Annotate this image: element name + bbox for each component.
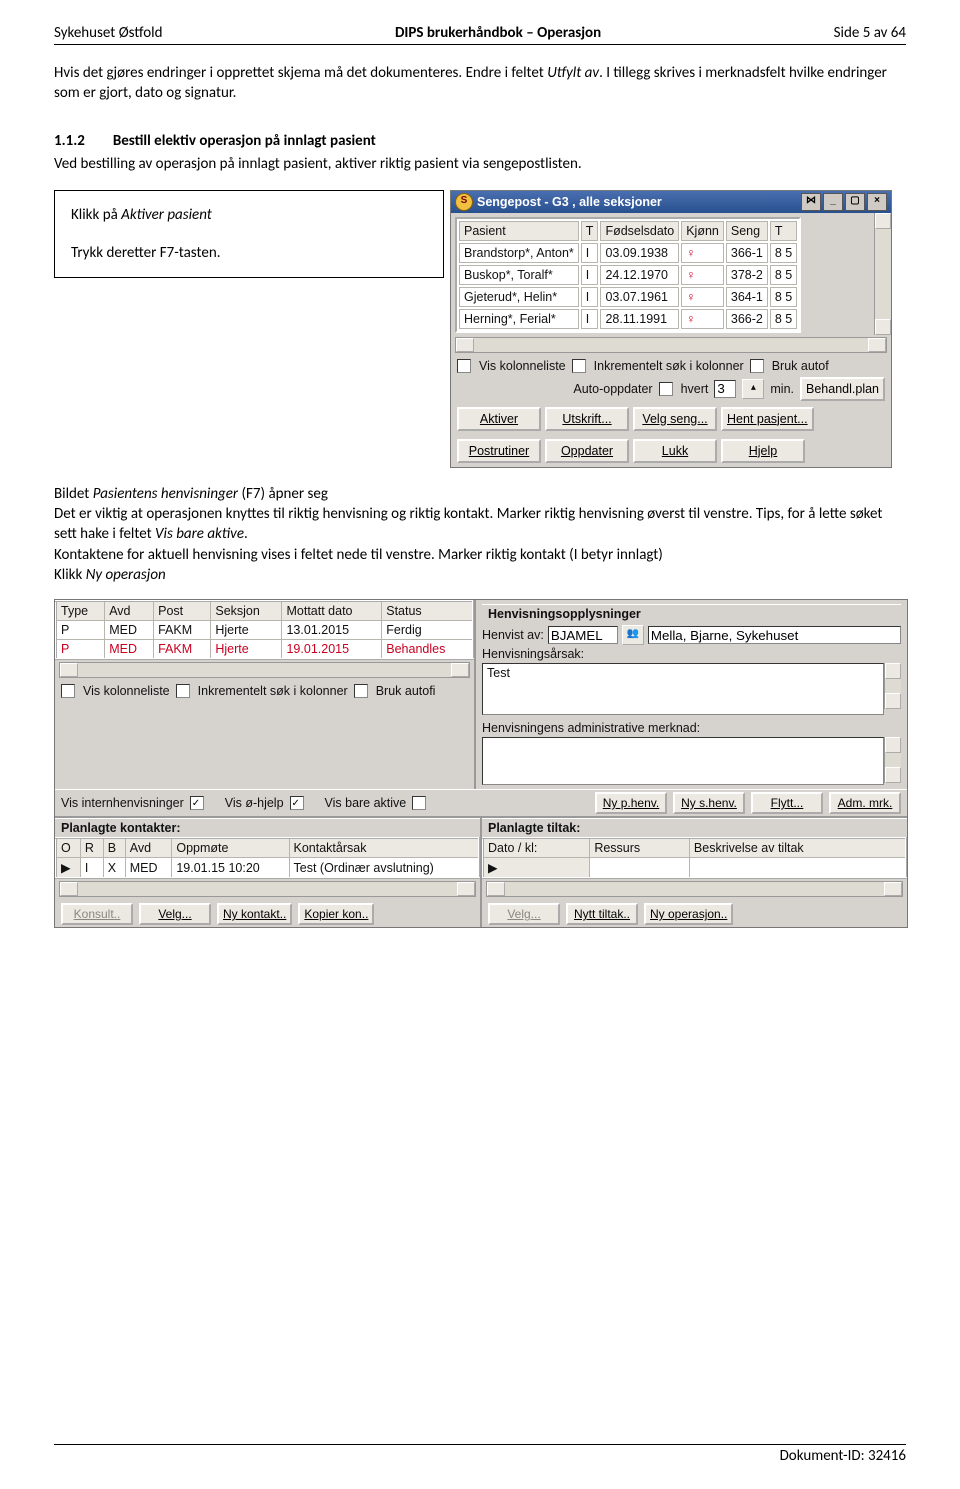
planlagte-tiltak-label: Planlagte tiltak: xyxy=(482,818,907,837)
horizontal-scrollbar[interactable] xyxy=(486,881,903,897)
vertical-scrollbar[interactable] xyxy=(874,213,891,335)
vis-internhenvisninger-checkbox[interactable] xyxy=(190,796,204,810)
col-t[interactable]: T xyxy=(581,221,599,241)
vis-kolonneliste-checkbox[interactable] xyxy=(457,359,471,373)
col-seng[interactable]: Seng xyxy=(726,221,768,241)
table-row[interactable]: Gjeterud*, Helin*I03.07.1961♀364-18 5 xyxy=(459,287,797,307)
henvisninger-window: TypeAvdPostSeksjonMottatt datoStatus PME… xyxy=(54,599,908,928)
postrutiner-button[interactable]: Postrutiner xyxy=(457,439,541,463)
hent-pasjent-button[interactable]: Hent pasjent... xyxy=(721,407,814,431)
inkrementelt-sok-checkbox[interactable] xyxy=(176,684,190,698)
scroll-left-icon xyxy=(456,338,474,352)
henvisningsarsak-textarea[interactable]: Test xyxy=(482,663,884,715)
lukk-button[interactable]: Lukk xyxy=(633,439,717,463)
pin-icon[interactable]: ⋈ xyxy=(801,193,821,211)
vertical-scrollbar[interactable] xyxy=(884,663,901,709)
page-footer: Dokument-ID: 32416 xyxy=(54,1444,906,1465)
henvisningsopplysninger-label: Henvisningsopplysninger xyxy=(482,604,901,623)
table-row[interactable]: Buskop*, Toralf*I24.12.1970♀378-28 5 xyxy=(459,265,797,285)
vis-bare-aktive-checkbox[interactable] xyxy=(412,796,426,810)
kopier-kontakt-button[interactable]: Kopier kon.. xyxy=(298,903,374,925)
female-icon: ♀ xyxy=(681,309,724,329)
velg-tiltak-button[interactable]: Velg... xyxy=(488,903,560,925)
scroll-right-icon xyxy=(868,338,886,352)
table-row[interactable]: Brandstorp*, Anton*I03.09.1938♀366-18 5 xyxy=(459,243,797,263)
scroll-down-icon xyxy=(875,319,891,335)
header-right: Side 5 av 64 xyxy=(834,24,906,42)
section-number: 1.1.2 xyxy=(54,132,85,150)
henvist-av-code-input[interactable] xyxy=(548,626,618,644)
konsult-button[interactable]: Konsult.. xyxy=(61,903,133,925)
section-lead: Ved bestilling av operasjon på innlagt p… xyxy=(54,154,906,174)
col-kjonn[interactable]: Kjønn xyxy=(681,221,724,241)
horizontal-scrollbar[interactable] xyxy=(455,337,887,353)
header-left: Sykehuset Østfold xyxy=(54,24,162,42)
henvist-av-name-input[interactable] xyxy=(648,626,901,644)
velg-seng-button[interactable]: Velg seng... xyxy=(633,407,717,431)
col-pasient[interactable]: Pasient xyxy=(459,221,579,241)
vis-ohjelp-checkbox[interactable] xyxy=(290,796,304,810)
flytt-button[interactable]: Flytt... xyxy=(751,792,823,814)
intro-paragraph: Hvis det gjøres endringer i opprettet sk… xyxy=(54,63,906,104)
female-icon: ♀ xyxy=(681,243,724,263)
female-icon: ♀ xyxy=(681,265,724,285)
female-icon: ♀ xyxy=(681,287,724,307)
adm-mrk-button[interactable]: Adm. mrk. xyxy=(829,792,901,814)
tiltak-table[interactable]: Dato / kl:RessursBeskrivelse av tiltak ▶ xyxy=(482,837,907,879)
henvisning-table[interactable]: TypeAvdPostSeksjonMottatt datoStatus PME… xyxy=(55,600,474,660)
ny-operasjon-button[interactable]: Ny operasjon.. xyxy=(644,903,733,925)
search-icon[interactable]: 👥 xyxy=(622,625,644,645)
table-row[interactable]: Herning*, Ferial*I28.11.1991♀366-28 5 xyxy=(459,309,797,329)
table-row[interactable]: PMEDFAKMHjerte13.01.2015Ferdig xyxy=(56,621,473,640)
window-title: Sengepost - G3 , alle seksjoner xyxy=(477,195,662,209)
vertical-scrollbar[interactable] xyxy=(884,737,901,783)
maximize-icon[interactable]: ▢ xyxy=(845,193,865,211)
page-header: Sykehuset Østfold DIPS brukerhåndbok – O… xyxy=(54,24,906,45)
table-row[interactable]: ▶ xyxy=(483,858,906,879)
velg-button[interactable]: Velg... xyxy=(139,903,211,925)
planlagte-kontakter-label: Planlagte kontakter: xyxy=(55,818,480,837)
utskrift-button[interactable]: Utskrift... xyxy=(545,407,629,431)
col-fodselsdato[interactable]: Fødselsdato xyxy=(600,221,679,241)
vis-kolonneliste-checkbox[interactable] xyxy=(61,684,75,698)
kontakter-table[interactable]: ORBAvdOppmøteKontaktårsak ▶ IXMED19.01.1… xyxy=(55,837,480,879)
col-t2[interactable]: T xyxy=(770,221,797,241)
header-center: DIPS brukerhåndbok – Operasjon xyxy=(395,24,601,42)
app-icon: S xyxy=(455,193,473,211)
minimize-icon[interactable]: _ xyxy=(823,193,843,211)
scroll-up-icon xyxy=(875,213,891,229)
document-id: Dokument-ID: 32416 xyxy=(780,1447,906,1465)
spinner-icon[interactable]: ▴ xyxy=(742,379,764,399)
section-title: 1.1.2Bestill elektiv operasjon på innlag… xyxy=(54,132,906,150)
bruk-autof-checkbox[interactable] xyxy=(750,359,764,373)
instruction-box: Klikk på Aktiver pasient Trykk deretter … xyxy=(54,190,444,279)
sengepost-window: S Sengepost - G3 , alle seksjoner ⋈ _ ▢ … xyxy=(450,190,892,468)
merknad-textarea[interactable] xyxy=(482,737,884,785)
horizontal-scrollbar[interactable] xyxy=(59,881,476,897)
mid-paragraph: Bildet Pasientens henvisninger (F7) åpne… xyxy=(54,484,906,585)
ny-phenv-button[interactable]: Ny p.henv. xyxy=(595,792,667,814)
horizontal-scrollbar[interactable] xyxy=(59,662,470,678)
oppdater-button[interactable]: Oppdater xyxy=(545,439,629,463)
auto-oppdater-checkbox[interactable] xyxy=(659,382,673,396)
hjelp-button[interactable]: Hjelp xyxy=(721,439,805,463)
interval-input[interactable] xyxy=(714,380,736,398)
nytt-tiltak-button[interactable]: Nytt tiltak.. xyxy=(566,903,638,925)
aktiver-button[interactable]: Aktiver xyxy=(457,407,541,431)
ny-kontakt-button[interactable]: Ny kontakt.. xyxy=(217,903,292,925)
window-titlebar[interactable]: S Sengepost - G3 , alle seksjoner ⋈ _ ▢ … xyxy=(451,191,891,213)
ny-shenv-button[interactable]: Ny s.henv. xyxy=(673,792,745,814)
patient-table[interactable]: Pasient T Fødselsdato Kjønn Seng T Brand… xyxy=(455,217,801,333)
behandlplan-button[interactable]: Behandl.plan xyxy=(800,377,885,401)
table-row[interactable]: PMEDFAKMHjerte19.01.2015Behandles xyxy=(56,640,473,660)
close-icon[interactable]: × xyxy=(867,193,887,211)
bruk-autofi-checkbox[interactable] xyxy=(354,684,368,698)
inkrementelt-sok-checkbox[interactable] xyxy=(572,359,586,373)
table-row[interactable]: ▶ IXMED19.01.15 10:20Test (Ordinær avslu… xyxy=(56,858,479,879)
